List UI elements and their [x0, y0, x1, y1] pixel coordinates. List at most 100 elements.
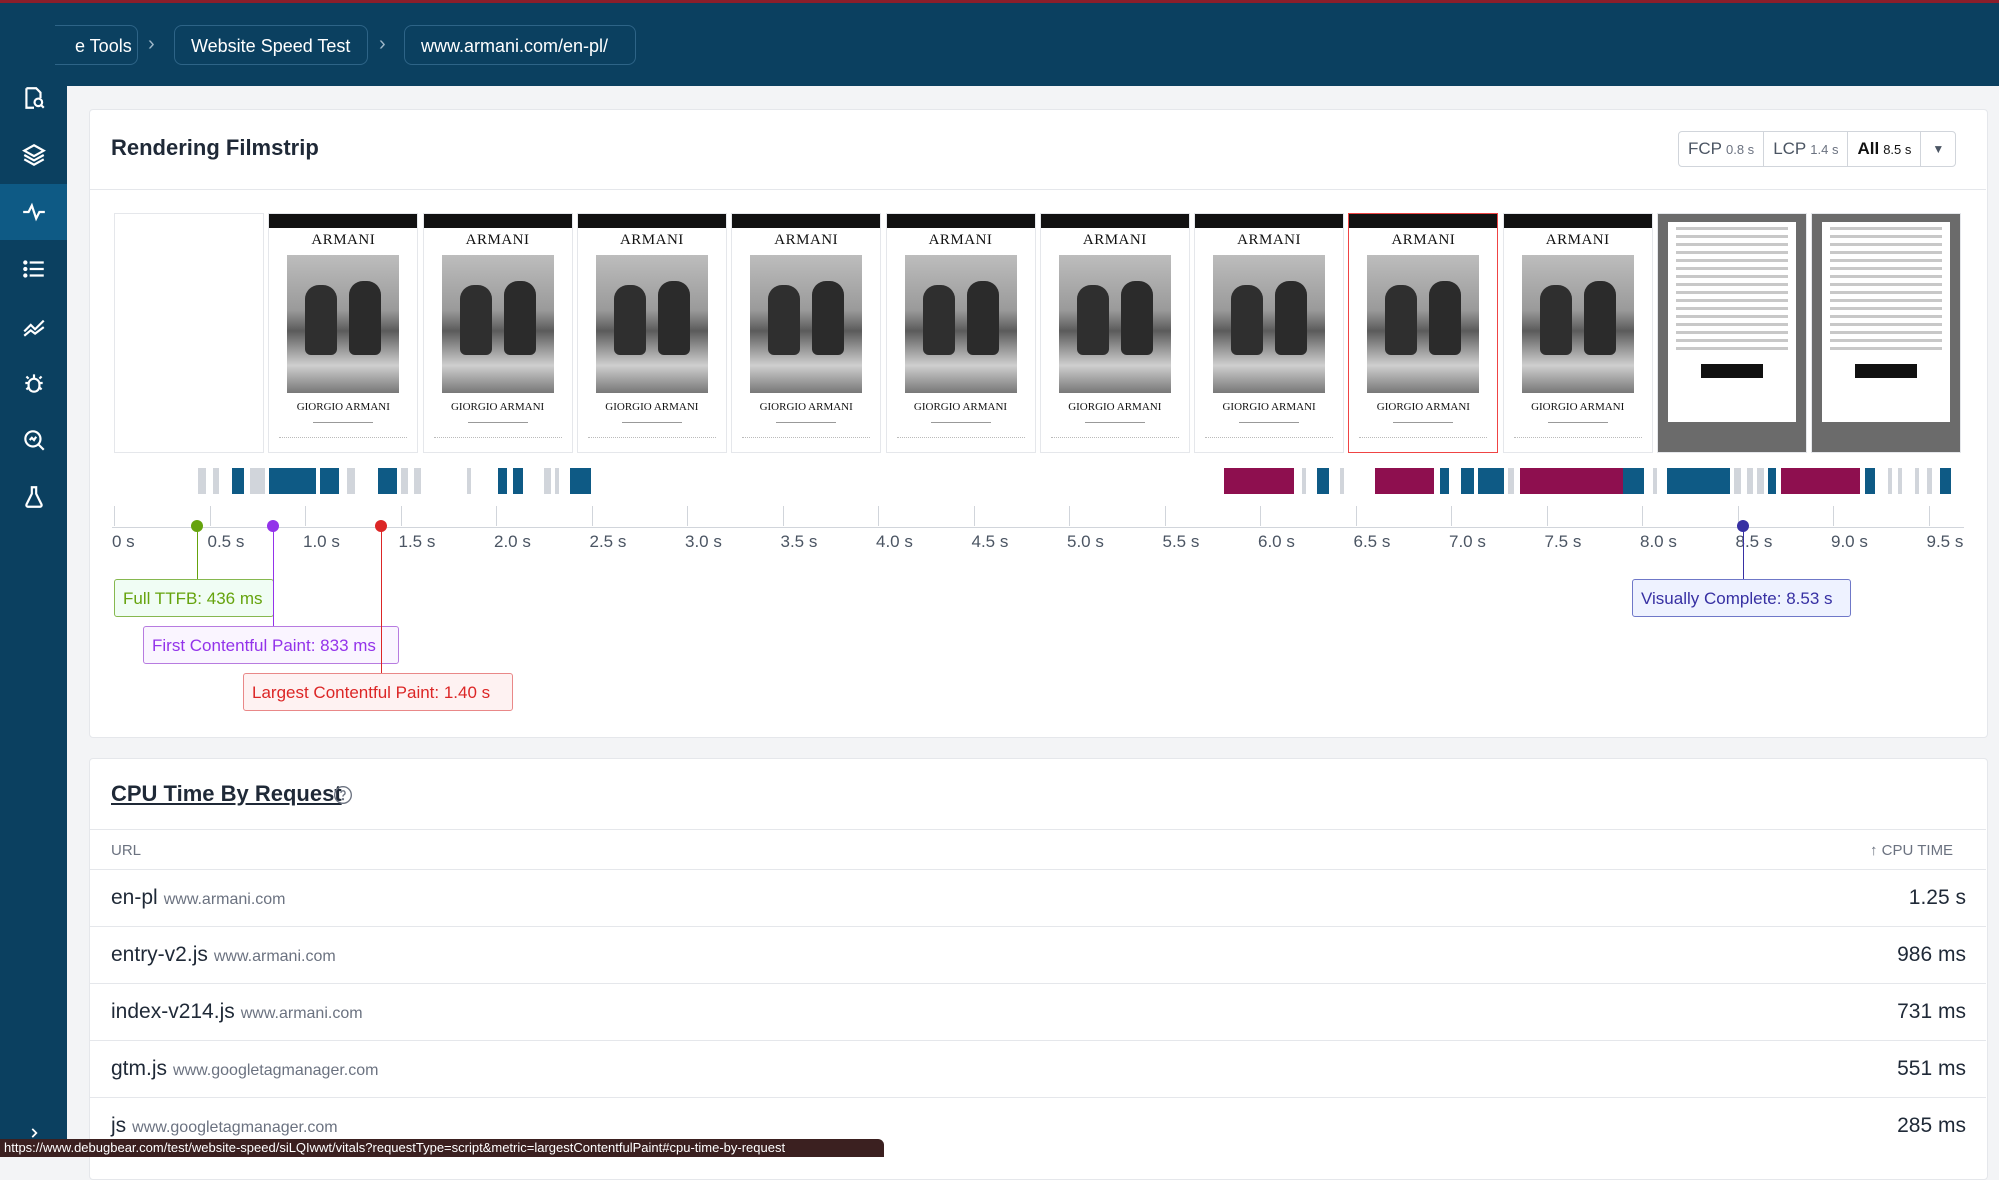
activity-block[interactable] — [467, 468, 472, 494]
sidebar-item-page-search[interactable] — [0, 70, 67, 126]
activity-block[interactable] — [1508, 468, 1515, 494]
marker-label[interactable]: First Contentful Paint: 833 ms — [143, 626, 399, 664]
activity-block[interactable] — [1223, 468, 1295, 494]
table-row[interactable]: index-v214.js www.armani.com 731 ms — [90, 983, 1986, 1041]
request-url: index-v214.js www.armani.com — [111, 1000, 363, 1024]
activity-block[interactable] — [1439, 468, 1450, 494]
table-row[interactable]: gtm.js www.googletagmanager.com 551 ms — [90, 1040, 1986, 1098]
sidebar-item-analyze[interactable] — [0, 412, 67, 468]
frame-links — [1393, 416, 1454, 423]
sidebar-item-layers[interactable] — [0, 127, 67, 183]
activity-block[interactable] — [1768, 468, 1776, 494]
breadcrumb-tools[interactable]: e Tools — [55, 25, 138, 65]
column-cpu-time[interactable]: ↑ CPU TIME — [1870, 842, 1953, 859]
filmstrip-frame[interactable]: ARMANI GIORGIO ARMANI — [268, 213, 419, 453]
activity-block[interactable] — [1302, 468, 1306, 494]
filmstrip-frame[interactable]: ARMANI GIORGIO ARMANI — [576, 213, 727, 453]
filmstrip-frame[interactable]: ARMANI GIORGIO ARMANI — [1348, 213, 1499, 453]
filmstrip-frame[interactable]: ARMANI GIORGIO ARMANI — [885, 213, 1036, 453]
activity-block[interactable] — [249, 468, 265, 494]
activity-block[interactable] — [497, 468, 508, 494]
sidebar-item-debug[interactable] — [0, 355, 67, 411]
frame-logo: ARMANI — [1545, 232, 1610, 248]
activity-block[interactable] — [1756, 468, 1765, 494]
filmstrip-frame[interactable] — [1811, 213, 1962, 453]
activity-block[interactable] — [1939, 468, 1952, 494]
activity-block[interactable] — [1622, 468, 1644, 494]
activity-block[interactable] — [1897, 468, 1902, 494]
activity-block[interactable] — [232, 468, 244, 494]
marker-dot[interactable] — [267, 520, 280, 532]
axis-tick — [1451, 506, 1452, 526]
activity-block[interactable] — [543, 468, 552, 494]
activity-block[interactable] — [1865, 468, 1876, 494]
frame-logo: ARMANI — [311, 232, 376, 248]
activity-block[interactable] — [1340, 468, 1345, 494]
frame-icons — [1205, 437, 1334, 446]
bug-icon — [24, 374, 43, 393]
filmstrip-frame[interactable]: ARMANI GIORGIO ARMANI — [422, 213, 573, 453]
activity-block[interactable] — [1915, 468, 1919, 494]
frame-brand: GIORGIO ARMANI — [450, 401, 545, 413]
activity-block[interactable] — [268, 468, 317, 494]
sidebar-item-vitals[interactable] — [0, 184, 67, 240]
toggle-all[interactable]: All 8.5 s — [1848, 132, 1922, 166]
activity-block[interactable] — [1733, 468, 1742, 494]
toggle-dropdown[interactable]: ▼ — [1921, 132, 1955, 166]
breadcrumb-website-speed-test[interactable]: Website Speed Test — [174, 25, 368, 65]
filmstrip-frame[interactable] — [1657, 213, 1807, 453]
activity-block[interactable] — [1926, 468, 1933, 494]
activity-block[interactable] — [1781, 468, 1860, 494]
frame-links — [1239, 416, 1300, 423]
activity-block[interactable] — [1666, 468, 1711, 494]
help-icon[interactable] — [333, 785, 353, 805]
filmstrip-frame[interactable]: ARMANI GIORGIO ARMANI — [1194, 213, 1345, 453]
filmstrip-frame[interactable]: ARMANI GIORGIO ARMANI — [731, 213, 882, 453]
column-url[interactable]: URL — [111, 842, 141, 859]
axis-tick-label: 6.0 s — [1258, 532, 1295, 551]
filmstrip-frame[interactable]: ARMANI GIORGIO ARMANI — [1502, 213, 1653, 453]
marker-label[interactable]: Full TTFB: 436 ms — [114, 579, 274, 617]
cpu-title[interactable]: CPU Time By Request — [111, 781, 342, 807]
breadcrumb-separator: › — [379, 33, 386, 55]
activity-block[interactable] — [1653, 468, 1658, 494]
table-row[interactable]: entry-v2.js www.armani.com 986 ms — [90, 926, 1986, 984]
activity-block[interactable] — [1519, 468, 1623, 494]
activity-block[interactable] — [1477, 468, 1505, 494]
frame-icons — [433, 437, 562, 446]
filmstrip-frame[interactable]: ARMANI GIORGIO ARMANI — [1039, 213, 1190, 453]
activity-block[interactable] — [413, 468, 422, 494]
activity-block[interactable] — [1710, 468, 1730, 494]
dialog-line — [1830, 251, 1943, 254]
table-row[interactable]: en-pl www.armani.com 1.25 s — [90, 869, 1986, 927]
activity-block[interactable] — [1374, 468, 1434, 494]
activity-block[interactable] — [198, 468, 206, 494]
activity-block[interactable] — [513, 468, 523, 494]
activity-block[interactable] — [570, 468, 592, 494]
marker-label[interactable]: Visually Complete: 8.53 s — [1632, 579, 1851, 617]
axis-tick-label: 3.0 s — [685, 532, 722, 551]
frame-logo: ARMANI — [1082, 232, 1147, 248]
activity-block[interactable] — [1888, 468, 1893, 494]
activity-block[interactable] — [555, 468, 560, 494]
sidebar-item-trends[interactable] — [0, 298, 67, 354]
frame-logo: ARMANI — [619, 232, 684, 248]
filmstrip-frame[interactable] — [114, 213, 264, 453]
sidebar-item-requests[interactable] — [0, 241, 67, 297]
request-host: www.armani.com — [163, 891, 286, 908]
breadcrumb-url[interactable]: www.armani.com/en-pl/ — [404, 25, 636, 65]
activity-block[interactable] — [1317, 468, 1329, 494]
toggle-fcp[interactable]: FCP 0.8 s — [1679, 132, 1765, 166]
toggle-lcp[interactable]: LCP 1.4 s — [1764, 132, 1849, 166]
activity-block[interactable] — [1747, 468, 1753, 494]
sidebar-item-experiments[interactable] — [0, 469, 67, 525]
axis-tick — [782, 506, 784, 526]
activity-block[interactable] — [320, 468, 340, 494]
promo-bar — [732, 214, 881, 228]
activity-block[interactable] — [377, 468, 397, 494]
marker-label[interactable]: Largest Contentful Paint: 1.40 s — [243, 673, 513, 711]
activity-block[interactable] — [400, 468, 409, 494]
activity-block[interactable] — [1460, 468, 1474, 494]
activity-block[interactable] — [347, 468, 355, 494]
activity-block[interactable] — [213, 468, 220, 494]
